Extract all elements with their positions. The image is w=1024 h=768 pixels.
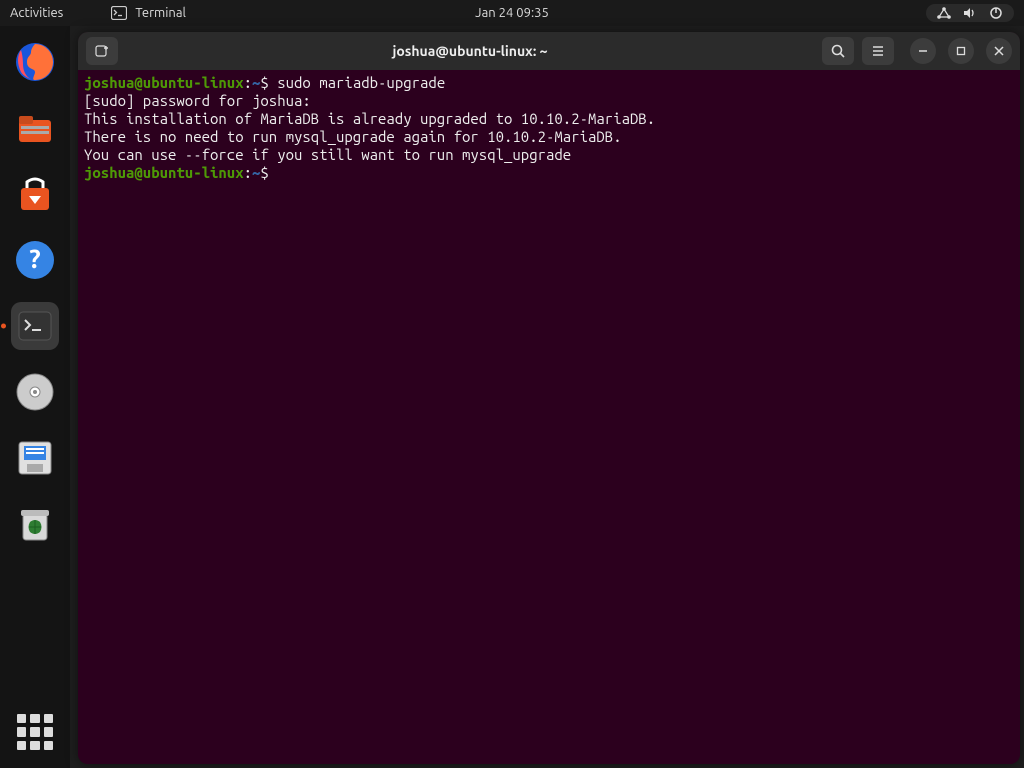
hamburger-icon — [870, 43, 886, 59]
close-button[interactable] — [986, 38, 1012, 64]
search-button[interactable] — [822, 37, 854, 65]
close-icon — [994, 46, 1004, 56]
network-icon — [936, 6, 952, 20]
terminal-window: joshua@ubuntu-linux: ~ joshua@ubuntu-lin… — [78, 32, 1020, 764]
dock-help[interactable]: ? — [11, 236, 59, 284]
dock-firefox[interactable] — [11, 38, 59, 86]
output-line: You can use --force if you still want to… — [84, 146, 571, 163]
top-panel: Activities Terminal Jan 24 09:35 — [0, 0, 1024, 26]
volume-icon — [962, 6, 978, 20]
output-line: This installation of MariaDB is already … — [84, 110, 655, 127]
dock-software[interactable] — [11, 170, 59, 218]
menu-button[interactable] — [862, 37, 894, 65]
clock[interactable]: Jan 24 09:35 — [475, 6, 549, 20]
output-line: There is no need to run mysql_upgrade ag… — [84, 128, 622, 145]
dock-save[interactable] — [11, 434, 59, 482]
dock-terminal[interactable] — [11, 302, 59, 350]
power-icon — [988, 6, 1004, 20]
window-title: joshua@ubuntu-linux: ~ — [126, 43, 814, 59]
system-tray[interactable] — [926, 4, 1014, 22]
svg-text:?: ? — [29, 244, 40, 273]
search-icon — [830, 43, 846, 59]
prompt-user: joshua@ubuntu-linux — [84, 164, 244, 181]
app-menu[interactable]: Terminal — [111, 6, 186, 20]
show-applications[interactable] — [17, 714, 53, 750]
maximize-button[interactable] — [948, 38, 974, 64]
dock: ? — [0, 26, 70, 768]
output-line: [sudo] password for joshua: — [84, 92, 311, 109]
activities-button[interactable]: Activities — [10, 6, 63, 20]
terminal-icon — [111, 6, 127, 20]
app-menu-label: Terminal — [135, 6, 186, 20]
prompt-user: joshua@ubuntu-linux — [84, 74, 244, 91]
new-tab-button[interactable] — [86, 37, 118, 65]
dock-trash[interactable] — [11, 500, 59, 548]
minimize-button[interactable] — [910, 38, 936, 64]
dock-files[interactable] — [11, 104, 59, 152]
command-1: sudo mariadb-upgrade — [277, 74, 445, 91]
window-titlebar: joshua@ubuntu-linux: ~ — [78, 32, 1020, 70]
dock-disks[interactable] — [11, 368, 59, 416]
terminal-content[interactable]: joshua@ubuntu-linux:~$ sudo mariadb-upgr… — [78, 70, 1020, 764]
